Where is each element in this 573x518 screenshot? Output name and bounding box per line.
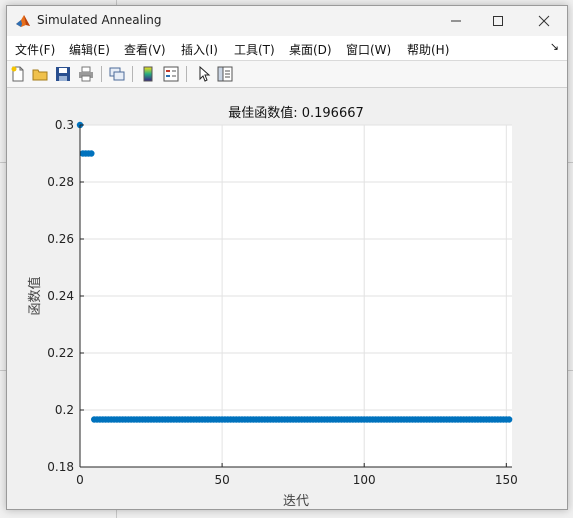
menu-desktop[interactable]: 桌面(D)	[289, 41, 332, 58]
close-button[interactable]	[521, 6, 567, 36]
toolbar-separator	[186, 66, 187, 82]
link-plot-button[interactable]	[108, 65, 126, 83]
new-figure-button[interactable]	[9, 65, 27, 83]
maximize-button[interactable]	[475, 6, 521, 36]
toolbar	[7, 61, 567, 88]
y-tick-label: 0.2	[55, 403, 74, 417]
toolbar-separator	[132, 66, 133, 82]
menu-bar: 文件(F) 编辑(E) 查看(V) 插入(I) 工具(T) 桌面(D) 窗口(W…	[7, 36, 567, 61]
menu-file[interactable]: 文件(F)	[15, 41, 55, 58]
insert-colorbar-button[interactable]	[139, 65, 157, 83]
chart-title: 最佳函数值: 0.196667	[228, 105, 364, 121]
x-tick-label: 0	[76, 473, 84, 487]
edit-plot-button[interactable]	[194, 65, 212, 83]
open-icon	[32, 69, 48, 81]
property-inspector-button[interactable]	[216, 65, 234, 83]
menu-edit[interactable]: 编辑(E)	[69, 41, 110, 58]
x-tick-label: 50	[214, 473, 229, 487]
insert-legend-button[interactable]	[162, 65, 180, 83]
save-button[interactable]	[54, 65, 72, 83]
toolbar-separator	[101, 66, 102, 82]
print-button[interactable]	[77, 65, 95, 83]
new-figure-icon	[11, 66, 24, 82]
menu-insert[interactable]: 插入(I)	[181, 41, 218, 58]
matlab-logo-icon	[16, 15, 30, 27]
x-axis-label: 迭代	[283, 494, 309, 509]
minimize-icon	[451, 20, 461, 22]
open-button[interactable]	[31, 65, 49, 83]
minimize-button[interactable]	[433, 6, 479, 36]
y-tick-label: 0.18	[47, 460, 74, 474]
menu-tools[interactable]: 工具(T)	[234, 41, 275, 58]
window-title: Simulated Annealing	[37, 13, 162, 27]
x-tick-label: 150	[495, 473, 518, 487]
insert-legend-icon	[163, 66, 179, 82]
figure-canvas: 0 50 100 150 0.18 0.2 0.22 0.24 0.26 0.28 0.3 最佳函数…	[7, 88, 567, 509]
y-tick-label: 0.22	[47, 346, 74, 360]
menu-help[interactable]: 帮助(H)	[407, 41, 449, 58]
y-tick-label: 0.26	[47, 232, 74, 246]
menu-window[interactable]: 窗口(W)	[346, 41, 391, 58]
insert-colorbar-icon	[143, 66, 153, 82]
data-point	[88, 150, 95, 157]
data-point	[505, 416, 513, 423]
y-tick-label: 0.3	[55, 118, 74, 132]
figure-window: Simulated Annealing 文件(F) 编辑(E) 查看(V) 插入…	[6, 5, 568, 510]
maximize-icon	[493, 16, 503, 26]
x-tick-label: 100	[353, 473, 376, 487]
y-tick-label: 0.24	[47, 289, 74, 303]
dock-arrow-icon[interactable]: ↘	[550, 40, 559, 53]
save-icon	[56, 67, 70, 81]
title-bar[interactable]: Simulated Annealing	[7, 6, 567, 36]
menu-view[interactable]: 查看(V)	[124, 41, 166, 58]
edit-plot-icon	[199, 66, 211, 82]
y-tick-label: 0.28	[47, 175, 74, 189]
print-icon	[79, 66, 93, 82]
scatter-plot[interactable]: 0 50 100 150 0.18 0.2 0.22 0.24 0.26 0.28 0.3 最佳函数…	[7, 88, 567, 509]
y-axis-label: 函数值	[27, 276, 43, 315]
close-icon	[538, 15, 550, 27]
link-plot-icon	[109, 67, 125, 81]
property-inspector-icon	[217, 66, 233, 82]
